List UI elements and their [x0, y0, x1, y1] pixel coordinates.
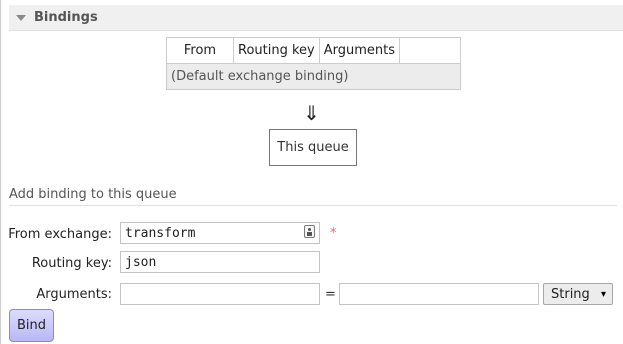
routing-key-label: Routing key:	[31, 256, 112, 271]
add-binding-title: Add binding to this queue	[9, 187, 617, 206]
arguments-label: Arguments:	[36, 287, 112, 302]
this-queue-box: This queue	[269, 129, 357, 166]
argument-type-select[interactable]: String ▾	[543, 283, 613, 305]
column-header-arguments: Arguments	[318, 37, 401, 64]
chevron-down-icon: ▾	[600, 289, 606, 300]
table-header-row: From Routing key Arguments	[166, 37, 461, 64]
address-book-icon[interactable]	[304, 225, 315, 238]
table-row: (Default exchange binding)	[166, 63, 461, 90]
column-header-actions	[399, 37, 461, 64]
down-arrow-icon: ⇓	[303, 101, 320, 125]
bindings-table: From Routing key Arguments (Default exch…	[166, 37, 461, 90]
triangle-down-icon[interactable]	[16, 14, 26, 21]
from-exchange-label: From exchange:	[8, 227, 112, 242]
routing-key-input[interactable]	[120, 251, 320, 273]
from-exchange-input[interactable]	[120, 222, 320, 244]
argument-value-input[interactable]	[339, 283, 539, 305]
default-binding-cell: (Default exchange binding)	[166, 63, 461, 90]
column-header-routing-key: Routing key	[233, 37, 320, 64]
bind-button[interactable]: Bind	[9, 309, 54, 342]
bindings-section-header[interactable]: Bindings	[9, 5, 623, 31]
argument-key-input[interactable]	[120, 283, 320, 305]
equals-sign: =	[325, 287, 336, 302]
required-marker: *	[330, 226, 337, 241]
column-header-from: From	[166, 37, 234, 64]
section-title: Bindings	[34, 10, 98, 25]
argument-type-value: String	[551, 286, 590, 302]
